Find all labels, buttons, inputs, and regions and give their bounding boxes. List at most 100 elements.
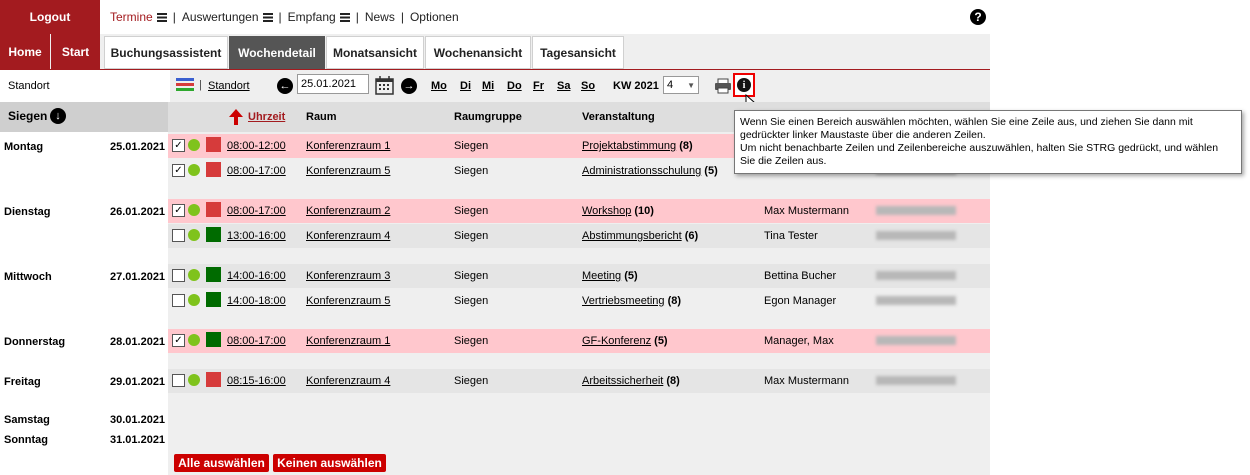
menu-separator: | <box>278 10 282 24</box>
row-event: Projektabstimmung (8) <box>582 140 693 152</box>
day-date: 28.01.2021 <box>110 336 166 348</box>
day-link-do[interactable]: Do <box>507 80 522 92</box>
row-room[interactable]: Konferenzraum 2 <box>306 205 390 217</box>
col-uhrzeit[interactable]: Uhrzeit <box>248 111 285 123</box>
row-time[interactable]: 14:00-16:00 <box>227 270 286 282</box>
col-raum[interactable]: Raum <box>306 111 337 123</box>
tab-tagesansicht[interactable]: Tagesansicht <box>532 36 624 69</box>
row-checkbox[interactable] <box>172 229 185 242</box>
row-count: (8) <box>679 140 693 152</box>
table-row[interactable]: 14:00-16:00 Konferenzraum 3 Siegen Meeting … <box>168 264 990 288</box>
kw-value: 4 <box>667 79 674 91</box>
info-tooltip: Wenn Sie einen Bereich auswählen möchten… <box>734 110 1242 174</box>
hamburger-icon <box>156 13 167 22</box>
menu-separator: | <box>355 10 359 24</box>
row-time[interactable]: 13:00-16:00 <box>227 230 286 242</box>
day-name: Montag <box>4 141 44 153</box>
row-room[interactable]: Konferenzraum 1 <box>306 335 390 347</box>
row-event-link[interactable]: GF-Konferenz <box>582 335 651 347</box>
table-row[interactable]: ✓ 08:00-17:00 Konferenzraum 1 Siegen GF-Konf… <box>168 329 990 353</box>
tab-buchungsassistent[interactable]: Buchungsassistent <box>104 36 228 69</box>
next-week-icon[interactable]: → <box>401 78 417 94</box>
print-icon[interactable] <box>714 78 732 94</box>
row-checkbox[interactable]: ✓ <box>172 139 185 152</box>
row-checkbox[interactable]: ✓ <box>172 334 185 347</box>
day-link-so[interactable]: So <box>581 80 595 92</box>
day-date: 27.01.2021 <box>110 271 166 283</box>
row-person: Egon Manager <box>764 295 837 307</box>
status-dot <box>188 229 200 241</box>
kw-select[interactable]: 4 ▼ <box>663 76 699 94</box>
status-square <box>206 332 221 347</box>
col-veranstaltung[interactable]: Veranstaltung <box>582 111 655 123</box>
prev-week-icon[interactable]: ← <box>277 78 293 94</box>
day-link-sa[interactable]: Sa <box>557 80 570 92</box>
menu-auswertungen[interactable]: Auswertungen <box>182 10 273 24</box>
row-event: Administrationsschulung (5) <box>582 165 718 177</box>
color-legend-icon[interactable] <box>176 78 194 92</box>
location-dropdown-icon[interactable]: ↓ <box>50 108 66 124</box>
day-link-fr[interactable]: Fr <box>533 80 544 92</box>
row-count: (5) <box>624 270 638 282</box>
logout-button[interactable]: Logout <box>0 0 100 34</box>
sort-up-icon[interactable] <box>228 108 244 126</box>
menu-empfang[interactable]: Empfang <box>288 10 350 24</box>
row-event-link[interactable]: Abstimmungsbericht <box>582 230 682 242</box>
table-row[interactable]: ✓ 08:00-17:00 Konferenzraum 2 Siegen Worksho… <box>168 199 990 223</box>
redacted-text <box>876 231 956 240</box>
day-link-mo[interactable]: Mo <box>431 80 447 92</box>
tab-wochenansicht[interactable]: Wochenansicht <box>425 36 531 69</box>
start-button[interactable]: Start <box>51 34 100 69</box>
row-time[interactable]: 08:00-12:00 <box>227 140 286 152</box>
row-room[interactable]: Konferenzraum 4 <box>306 375 390 387</box>
col-raumgruppe[interactable]: Raumgruppe <box>454 111 522 123</box>
help-icon[interactable]: ? <box>970 9 986 25</box>
info-icon: i <box>737 78 751 92</box>
row-event-link[interactable]: Meeting <box>582 270 621 282</box>
row-event-link[interactable]: Administrationsschulung <box>582 165 701 177</box>
top-menu: Termine | Auswertungen | Empfang | News … <box>110 0 459 34</box>
day-name: Samstag <box>4 414 50 426</box>
tooltip-text: Wenn Sie einen Bereich auswählen möchten… <box>740 116 1193 141</box>
day-name: Donnerstag <box>4 336 66 348</box>
calendar-icon[interactable] <box>375 76 395 95</box>
row-time[interactable]: 08:15-16:00 <box>227 375 286 387</box>
row-time[interactable]: 08:00-17:00 <box>227 165 286 177</box>
row-room[interactable]: Konferenzraum 3 <box>306 270 390 282</box>
row-checkbox[interactable] <box>172 269 185 282</box>
row-checkbox[interactable]: ✓ <box>172 204 185 217</box>
row-time[interactable]: 14:00-18:00 <box>227 295 286 307</box>
menu-termine[interactable]: Termine <box>110 10 167 24</box>
row-room[interactable]: Konferenzraum 1 <box>306 140 390 152</box>
hamburger-icon <box>262 13 273 22</box>
table-row[interactable]: 13:00-16:00 Konferenzraum 4 Siegen Abstimmu… <box>168 224 990 248</box>
table-row[interactable]: 08:15-16:00 Konferenzraum 4 Siegen Arbeitss… <box>168 369 990 393</box>
row-room[interactable]: Konferenzraum 5 <box>306 295 390 307</box>
row-event-link[interactable]: Vertriebsmeeting <box>582 295 665 307</box>
row-event-link[interactable]: Arbeitssicherheit <box>582 375 663 387</box>
tab-wochendetail[interactable]: Wochendetail <box>229 36 325 69</box>
date-input[interactable] <box>297 74 369 94</box>
tab-monatsansicht[interactable]: Monatsansicht <box>326 36 424 69</box>
row-time[interactable]: 08:00-17:00 <box>227 335 286 347</box>
row-count: (8) <box>666 375 680 387</box>
select-all-button[interactable]: Alle auswählen <box>174 454 269 472</box>
row-room[interactable]: Konferenzraum 4 <box>306 230 390 242</box>
select-none-button[interactable]: Keinen auswählen <box>273 454 386 472</box>
row-event-link[interactable]: Projektabstimmung <box>582 140 676 152</box>
row-event-link[interactable]: Workshop <box>582 205 631 217</box>
menu-optionen[interactable]: Optionen <box>410 10 459 24</box>
table-row[interactable]: 14:00-18:00 Konferenzraum 5 Siegen Vertrieb… <box>168 289 990 313</box>
row-checkbox[interactable] <box>172 294 185 307</box>
row-checkbox[interactable] <box>172 374 185 387</box>
row-room[interactable]: Konferenzraum 5 <box>306 165 390 177</box>
row-person: Tina Tester <box>764 230 818 242</box>
menu-news[interactable]: News <box>365 10 395 24</box>
row-event: Workshop (10) <box>582 205 654 217</box>
day-link-di[interactable]: Di <box>460 80 471 92</box>
day-link-mi[interactable]: Mi <box>482 80 494 92</box>
standort-link[interactable]: Standort <box>208 80 250 92</box>
home-button[interactable]: Home <box>0 34 50 69</box>
row-time[interactable]: 08:00-17:00 <box>227 205 286 217</box>
row-checkbox[interactable]: ✓ <box>172 164 185 177</box>
